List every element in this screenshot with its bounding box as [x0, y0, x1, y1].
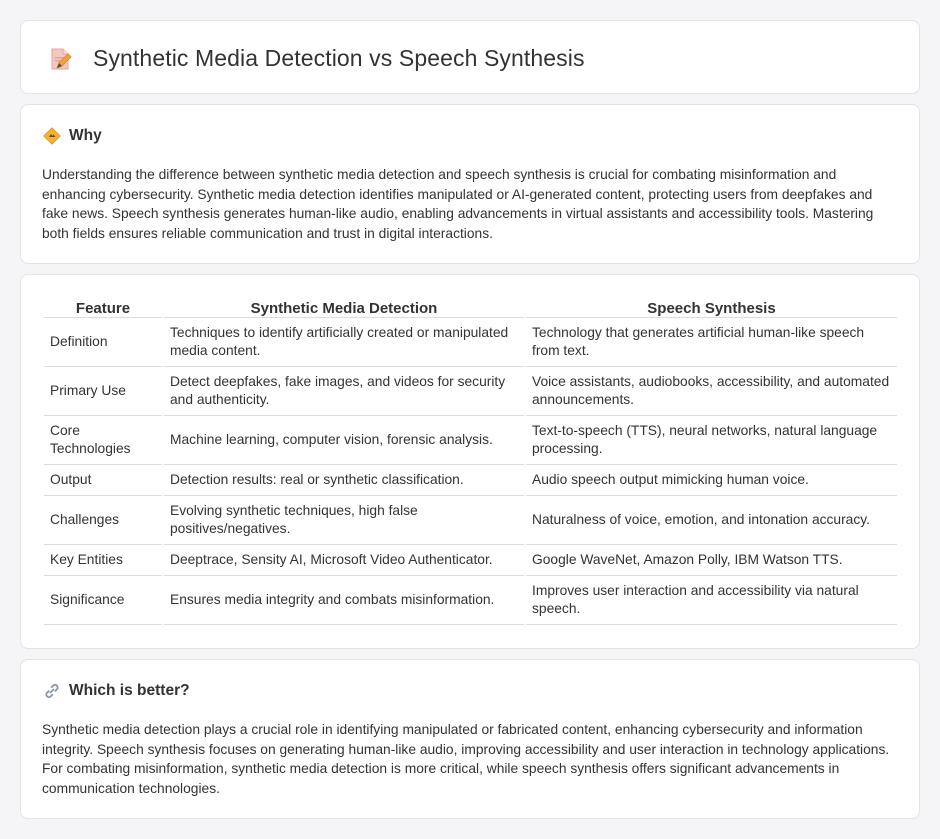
diamond-sign-icon [43, 127, 61, 145]
better-text: Synthetic media detection plays a crucia… [42, 722, 890, 796]
comparison-table: Feature Synthetic Media Detection Speech… [42, 296, 899, 625]
title-row: Synthetic Media Detection vs Speech Synt… [47, 45, 585, 72]
table-row: Output Detection results: real or synthe… [44, 465, 897, 496]
row-feature: Significance [44, 576, 162, 625]
link-icon [45, 683, 59, 699]
row-detection-value: Detection results: real or synthetic cla… [164, 465, 524, 496]
table-row: Challenges Evolving synthetic techniques… [44, 496, 897, 545]
table-row: Significance Ensures media integrity and… [44, 576, 897, 625]
row-synthesis-value: Google WaveNet, Amazon Polly, IBM Watson… [526, 545, 897, 576]
row-detection-value: Deeptrace, Sensity AI, Microsoft Video A… [164, 545, 524, 576]
table-row: Definition Techniques to identify artifi… [44, 318, 897, 367]
row-synthesis-value: Naturalness of voice, emotion, and inton… [526, 496, 897, 545]
better-title: Which is better? [69, 682, 190, 699]
better-heading: Which is better? [43, 682, 190, 700]
page-title: Synthetic Media Detection vs Speech Synt… [93, 45, 585, 71]
why-heading: Why [43, 127, 102, 145]
table-row: Key Entities Deeptrace, Sensity AI, Micr… [44, 545, 897, 576]
row-synthesis-value: Improves user interaction and accessibil… [526, 576, 897, 625]
row-feature: Challenges [44, 496, 162, 545]
row-detection-value: Evolving synthetic techniques, high fals… [164, 496, 524, 545]
comparison-section: Feature Synthetic Media Detection Speech… [20, 274, 920, 649]
why-text: Understanding the difference between syn… [42, 167, 874, 241]
row-detection-value: Machine learning, computer vision, foren… [164, 416, 524, 465]
table-row: Core Technologies Machine learning, comp… [44, 416, 897, 465]
row-detection-value: Detect deepfakes, fake images, and video… [164, 367, 524, 416]
row-feature: Primary Use [44, 367, 162, 416]
row-feature: Definition [44, 318, 162, 367]
why-section: Why Understanding the difference between… [20, 104, 920, 264]
row-detection-value: Techniques to identify artificially crea… [164, 318, 524, 367]
document-pen-icon [51, 48, 72, 69]
header-card: Synthetic Media Detection vs Speech Synt… [20, 20, 920, 94]
row-synthesis-value: Text-to-speech (TTS), neural networks, n… [526, 416, 897, 465]
header-synthetic-media-detection: Synthetic Media Detection [164, 296, 524, 318]
which-is-better-section: Which is better? Synthetic media detecti… [20, 659, 920, 819]
why-title: Why [69, 127, 102, 144]
table-row: Primary Use Detect deepfakes, fake image… [44, 367, 897, 416]
header-speech-synthesis: Speech Synthesis [526, 296, 897, 318]
row-detection-value: Ensures media integrity and combats misi… [164, 576, 524, 625]
row-synthesis-value: Technology that generates artificial hum… [526, 318, 897, 367]
row-feature: Output [44, 465, 162, 496]
row-synthesis-value: Voice assistants, audiobooks, accessibil… [526, 367, 897, 416]
table-header-row: Feature Synthetic Media Detection Speech… [44, 296, 897, 318]
header-feature: Feature [44, 296, 162, 318]
row-feature: Key Entities [44, 545, 162, 576]
row-feature: Core Technologies [44, 416, 162, 465]
row-synthesis-value: Audio speech output mimicking human voic… [526, 465, 897, 496]
